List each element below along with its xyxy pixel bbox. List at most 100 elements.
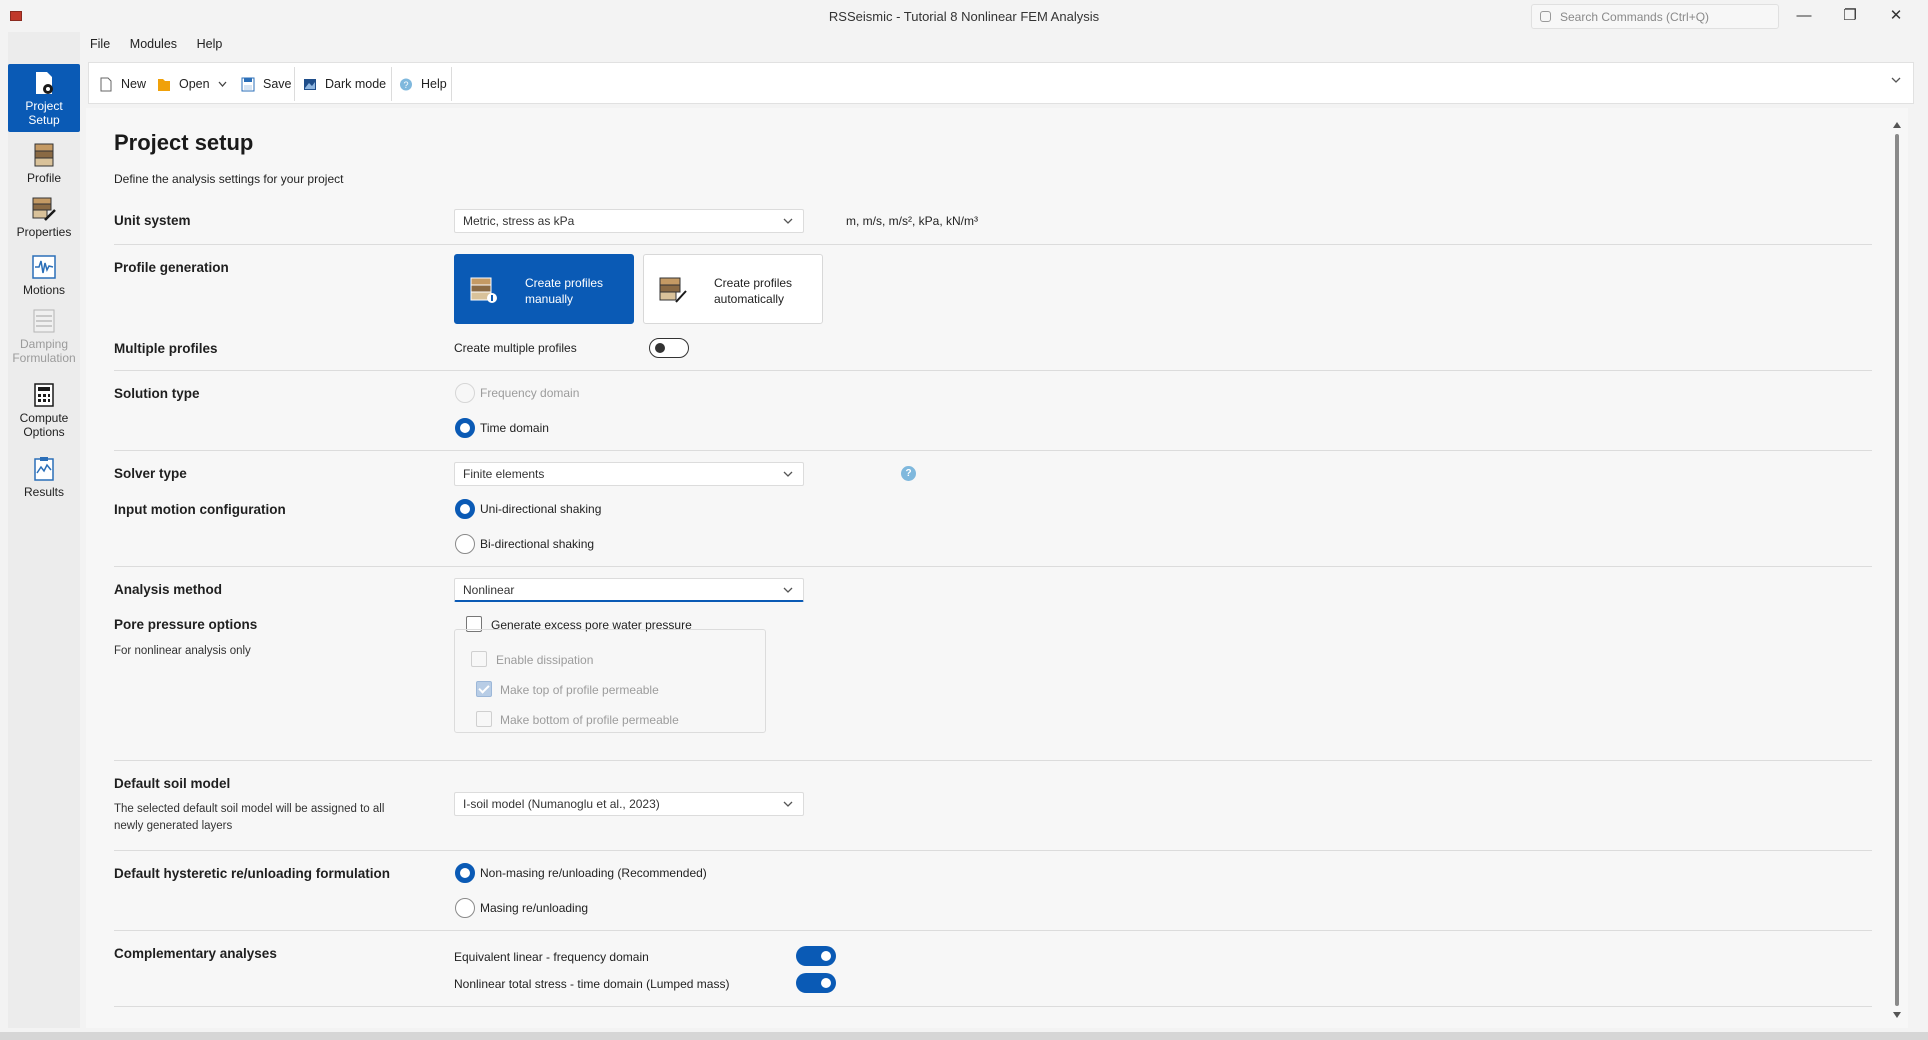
non-masing-label: Non-masing re/unloading (Recommended) (480, 866, 707, 880)
save-label: Save (263, 77, 292, 91)
create-multiple-profiles-label: Create multiple profiles (454, 341, 577, 355)
unit-system-units: m, m/s, m/s², kPa, kN/m³ (846, 214, 978, 228)
default-soil-model-sublabel: The selected default soil model will be … (114, 803, 385, 832)
nav-properties[interactable]: Properties (8, 196, 80, 246)
frequency-domain-radio[interactable] (455, 383, 475, 403)
time-domain-label: Time domain (480, 421, 549, 435)
toolbar-separator (391, 67, 392, 101)
dark-mode-label: Dark mode (325, 77, 387, 91)
equivalent-linear-toggle[interactable] (796, 946, 836, 966)
results-icon (34, 457, 54, 481)
vertical-scrollbar[interactable] (1892, 120, 1902, 1020)
divider (114, 760, 1872, 761)
enable-dissipation-checkbox[interactable] (471, 651, 487, 667)
project-setup-icon (36, 72, 53, 94)
uni-directional-label: Uni-directional shaking (480, 502, 602, 516)
default-soil-model-label: Default soil model (114, 776, 231, 791)
nav-damping-formulation[interactable]: Damping Formulation (8, 308, 80, 374)
create-profiles-automatically-label: Create profiles automatically (714, 276, 793, 306)
menu-bar: File Modules Help (90, 36, 238, 56)
bottom-permeable-checkbox[interactable] (476, 711, 492, 727)
chevron-down-icon (783, 801, 793, 807)
command-search-input[interactable]: Search Commands (Ctrl+Q) (1531, 4, 1779, 29)
dark-mode-button[interactable]: Dark mode (303, 73, 386, 95)
top-permeable-label: Make top of profile permeable (500, 683, 659, 697)
pore-pressure-options-label: Pore pressure options (114, 617, 258, 632)
close-button[interactable]: ✕ (1873, 4, 1919, 28)
chevron-down-icon (218, 81, 227, 87)
nav-label: Compute Options (19, 411, 69, 439)
project-setup-panel: Project setup Define the analysis settin… (86, 108, 1908, 1028)
solver-help-icon[interactable]: ? (901, 466, 916, 481)
open-folder-icon (158, 78, 170, 91)
search-placeholder: Search Commands (Ctrl+Q) (1560, 10, 1710, 24)
new-button[interactable]: New (99, 73, 146, 95)
toggle-knob (655, 343, 665, 353)
create-profiles-automatically-button[interactable]: Create profiles automatically (643, 254, 823, 324)
nonlinear-total-stress-label: Nonlinear total stress - time domain (Lu… (454, 977, 730, 991)
solver-type-value: Finite elements (463, 467, 545, 481)
top-permeable-checkbox[interactable] (476, 681, 492, 697)
solver-type-label: Solver type (114, 466, 187, 481)
masing-radio[interactable] (455, 898, 475, 918)
nav-compute-options[interactable]: Compute Options (8, 382, 80, 448)
minimize-button[interactable]: — (1781, 4, 1827, 28)
solution-type-label: Solution type (114, 386, 200, 401)
input-motion-configuration-label: Input motion configuration (114, 502, 286, 517)
profile-manual-icon (470, 277, 497, 303)
toolbar: New Open Save Dark mode ? Help (88, 62, 1914, 104)
analysis-method-value: Nonlinear (463, 583, 515, 597)
analysis-method-select[interactable]: Nonlinear (454, 578, 804, 602)
unit-system-select[interactable]: Metric, stress as kPa (454, 209, 804, 233)
complementary-analyses-label: Complementary analyses (114, 946, 277, 961)
nav-label: Properties (16, 225, 72, 239)
new-label: New (121, 77, 147, 91)
toolbar-expand-chevron-icon[interactable] (1891, 75, 1901, 85)
chevron-down-icon (783, 471, 793, 477)
equivalent-linear-label: Equivalent linear - frequency domain (454, 950, 649, 964)
default-soil-model-select[interactable]: I-soil model (Numanoglu et al., 2023) (454, 792, 804, 816)
divider (114, 566, 1872, 567)
menu-modules[interactable]: Modules (130, 37, 177, 51)
create-profiles-manually-label: Create profiles manually (525, 276, 604, 306)
open-label: Open (179, 77, 210, 91)
multiple-profiles-label: Multiple profiles (114, 341, 218, 356)
scroll-thumb[interactable] (1895, 134, 1899, 1006)
nav-label: Results (23, 485, 64, 499)
toolbar-separator (294, 67, 295, 101)
menu-help[interactable]: Help (197, 37, 223, 51)
nav-profile[interactable]: Profile (8, 142, 80, 192)
divider (114, 244, 1872, 245)
damping-icon (33, 309, 55, 333)
help-button[interactable]: ? Help (399, 73, 447, 95)
non-masing-radio[interactable] (455, 863, 475, 883)
left-navigation: Project Setup Profile Properties Motions… (8, 32, 80, 1028)
menu-file[interactable]: File (90, 37, 110, 51)
uni-directional-radio[interactable] (455, 499, 475, 519)
bi-directional-radio[interactable] (455, 534, 475, 554)
svg-text:?: ? (403, 80, 408, 90)
maximize-button[interactable]: ❐ (1827, 4, 1873, 28)
nav-project-setup[interactable]: Project Setup (8, 64, 80, 132)
divider (114, 450, 1872, 451)
scroll-down-arrow-icon[interactable] (1893, 1012, 1901, 1018)
pore-pressure-group: Enable dissipation Make top of profile p… (454, 629, 766, 733)
nonlinear-total-stress-toggle[interactable] (796, 973, 836, 993)
new-file-icon (100, 77, 112, 91)
time-domain-radio[interactable] (455, 418, 475, 438)
create-profiles-manually-button[interactable]: Create profiles manually (454, 254, 634, 324)
help-label: Help (421, 77, 447, 91)
solver-type-select[interactable]: Finite elements (454, 462, 804, 486)
nav-label: Damping Formulation (12, 337, 76, 365)
nav-label: Motions (22, 283, 66, 297)
open-button[interactable]: Open (157, 73, 227, 95)
nav-results[interactable]: Results (8, 456, 80, 506)
frequency-domain-label: Frequency domain (480, 386, 580, 400)
masing-label: Masing re/unloading (480, 901, 589, 915)
create-multiple-profiles-toggle[interactable] (649, 338, 689, 358)
bi-directional-label: Bi-directional shaking (480, 537, 595, 551)
save-button[interactable]: Save (241, 73, 292, 95)
nav-motions[interactable]: Motions (8, 254, 80, 304)
scroll-up-arrow-icon[interactable] (1893, 122, 1901, 128)
divider (114, 930, 1872, 931)
